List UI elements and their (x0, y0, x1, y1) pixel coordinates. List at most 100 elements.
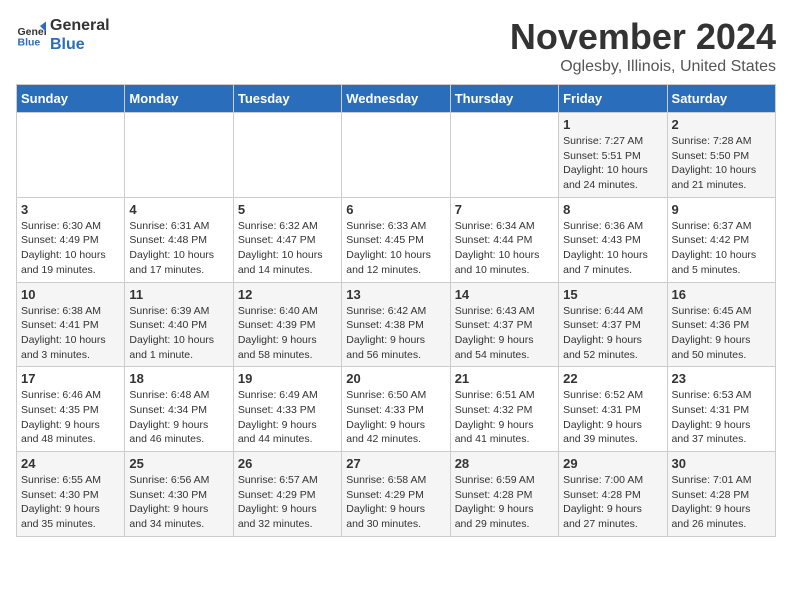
day-info: Sunrise: 6:44 AM Sunset: 4:37 PM Dayligh… (563, 304, 662, 363)
day-number: 21 (455, 371, 554, 386)
svg-text:Blue: Blue (18, 37, 41, 49)
month-title: November 2024 (510, 16, 776, 58)
day-cell: 16Sunrise: 6:45 AM Sunset: 4:36 PM Dayli… (667, 282, 775, 367)
logo-blue: Blue (50, 35, 110, 54)
day-info: Sunrise: 6:59 AM Sunset: 4:28 PM Dayligh… (455, 473, 554, 532)
day-cell: 18Sunrise: 6:48 AM Sunset: 4:34 PM Dayli… (125, 367, 233, 452)
day-info: Sunrise: 6:57 AM Sunset: 4:29 PM Dayligh… (238, 473, 337, 532)
day-number: 14 (455, 287, 554, 302)
week-row-5: 24 Sunrise: 6:55 AM Sunset: 4:30 PM Dayli… (17, 452, 776, 537)
header-row: SundayMondayTuesdayWednesdayThursdayFrid… (17, 85, 776, 113)
day-number: 4 (129, 202, 228, 217)
day-cell: 28 Sunrise: 6:59 AM Sunset: 4:28 PM Dayli… (450, 452, 558, 537)
day-number: 3 (21, 202, 120, 217)
day-info: Sunrise: 7:00 AM Sunset: 4:28 PM Dayligh… (563, 473, 662, 532)
day-cell: 8 Sunrise: 6:36 AM Sunset: 4:43 PM Daylig… (559, 197, 667, 282)
day-cell: 3 Sunrise: 6:30 AM Sunset: 4:49 PM Daylig… (17, 197, 125, 282)
day-number: 15 (563, 287, 662, 302)
day-number: 26 (238, 456, 337, 471)
day-number: 9 (672, 202, 771, 217)
day-cell: 10Sunrise: 6:38 AM Sunset: 4:41 PM Dayli… (17, 282, 125, 367)
day-info: Sunrise: 6:48 AM Sunset: 4:34 PM Dayligh… (129, 388, 228, 447)
day-info: Sunrise: 6:55 AM Sunset: 4:30 PM Dayligh… (21, 473, 120, 532)
day-info: Sunrise: 6:42 AM Sunset: 4:38 PM Dayligh… (346, 304, 445, 363)
header-day-friday: Friday (559, 85, 667, 113)
header-day-thursday: Thursday (450, 85, 558, 113)
day-cell (125, 113, 233, 198)
day-cell: 23 Sunrise: 6:53 AM Sunset: 4:31 PM Dayli… (667, 367, 775, 452)
day-cell: 19 Sunrise: 6:49 AM Sunset: 4:33 PM Dayli… (233, 367, 341, 452)
logo: General Blue General Blue (16, 16, 110, 54)
day-number: 7 (455, 202, 554, 217)
day-cell: 25Sunrise: 6:56 AM Sunset: 4:30 PM Dayli… (125, 452, 233, 537)
day-cell: 29Sunrise: 7:00 AM Sunset: 4:28 PM Dayli… (559, 452, 667, 537)
day-info: Sunrise: 6:31 AM Sunset: 4:48 PM Dayligh… (129, 219, 228, 278)
header-day-tuesday: Tuesday (233, 85, 341, 113)
week-row-2: 3 Sunrise: 6:30 AM Sunset: 4:49 PM Daylig… (17, 197, 776, 282)
day-number: 23 (672, 371, 771, 386)
logo-icon: General Blue (16, 20, 46, 50)
day-info: Sunrise: 6:30 AM Sunset: 4:49 PM Dayligh… (21, 219, 120, 278)
day-cell: 13 Sunrise: 6:42 AM Sunset: 4:38 PM Dayli… (342, 282, 450, 367)
day-cell: 30Sunrise: 7:01 AM Sunset: 4:28 PM Dayli… (667, 452, 775, 537)
day-cell: 6 Sunrise: 6:33 AM Sunset: 4:45 PM Daylig… (342, 197, 450, 282)
day-cell: 15 Sunrise: 6:44 AM Sunset: 4:37 PM Dayli… (559, 282, 667, 367)
day-number: 30 (672, 456, 771, 471)
day-cell: 12 Sunrise: 6:40 AM Sunset: 4:39 PM Dayli… (233, 282, 341, 367)
day-number: 11 (129, 287, 228, 302)
header: General Blue General Blue November 2024 … (16, 16, 776, 76)
day-cell: 5 Sunrise: 6:32 AM Sunset: 4:47 PM Daylig… (233, 197, 341, 282)
header-day-sunday: Sunday (17, 85, 125, 113)
day-info: Sunrise: 6:37 AM Sunset: 4:42 PM Dayligh… (672, 219, 771, 278)
day-number: 12 (238, 287, 337, 302)
day-info: Sunrise: 6:53 AM Sunset: 4:31 PM Dayligh… (672, 388, 771, 447)
day-cell: 11 Sunrise: 6:39 AM Sunset: 4:40 PM Dayli… (125, 282, 233, 367)
day-info: Sunrise: 6:51 AM Sunset: 4:32 PM Dayligh… (455, 388, 554, 447)
calendar-table: SundayMondayTuesdayWednesdayThursdayFrid… (16, 84, 776, 537)
day-info: Sunrise: 6:49 AM Sunset: 4:33 PM Dayligh… (238, 388, 337, 447)
day-info: Sunrise: 6:40 AM Sunset: 4:39 PM Dayligh… (238, 304, 337, 363)
day-number: 20 (346, 371, 445, 386)
day-cell: 17Sunrise: 6:46 AM Sunset: 4:35 PM Dayli… (17, 367, 125, 452)
day-info: Sunrise: 6:58 AM Sunset: 4:29 PM Dayligh… (346, 473, 445, 532)
day-number: 16 (672, 287, 771, 302)
day-cell: 9 Sunrise: 6:37 AM Sunset: 4:42 PM Daylig… (667, 197, 775, 282)
week-row-4: 17Sunrise: 6:46 AM Sunset: 4:35 PM Dayli… (17, 367, 776, 452)
day-info: Sunrise: 6:33 AM Sunset: 4:45 PM Dayligh… (346, 219, 445, 278)
day-number: 28 (455, 456, 554, 471)
day-cell: 1 Sunrise: 7:27 AM Sunset: 5:51 PM Daylig… (559, 113, 667, 198)
day-cell (17, 113, 125, 198)
day-cell (233, 113, 341, 198)
day-number: 24 (21, 456, 120, 471)
day-cell: 2Sunrise: 7:28 AM Sunset: 5:50 PM Daylig… (667, 113, 775, 198)
day-number: 22 (563, 371, 662, 386)
day-info: Sunrise: 6:34 AM Sunset: 4:44 PM Dayligh… (455, 219, 554, 278)
title-section: November 2024 Oglesby, Illinois, United … (510, 16, 776, 76)
day-cell: 22 Sunrise: 6:52 AM Sunset: 4:31 PM Dayli… (559, 367, 667, 452)
day-number: 13 (346, 287, 445, 302)
day-cell: 24 Sunrise: 6:55 AM Sunset: 4:30 PM Dayli… (17, 452, 125, 537)
day-cell (450, 113, 558, 198)
day-number: 27 (346, 456, 445, 471)
day-info: Sunrise: 6:50 AM Sunset: 4:33 PM Dayligh… (346, 388, 445, 447)
header-day-monday: Monday (125, 85, 233, 113)
day-info: Sunrise: 6:46 AM Sunset: 4:35 PM Dayligh… (21, 388, 120, 447)
day-number: 2 (672, 117, 771, 132)
day-number: 25 (129, 456, 228, 471)
day-info: Sunrise: 7:27 AM Sunset: 5:51 PM Dayligh… (563, 134, 662, 193)
day-number: 6 (346, 202, 445, 217)
day-number: 19 (238, 371, 337, 386)
day-cell: 21 Sunrise: 6:51 AM Sunset: 4:32 PM Dayli… (450, 367, 558, 452)
day-info: Sunrise: 6:32 AM Sunset: 4:47 PM Dayligh… (238, 219, 337, 278)
day-number: 8 (563, 202, 662, 217)
day-info: Sunrise: 6:38 AM Sunset: 4:41 PM Dayligh… (21, 304, 120, 363)
day-cell (342, 113, 450, 198)
day-cell: 20 Sunrise: 6:50 AM Sunset: 4:33 PM Dayli… (342, 367, 450, 452)
header-day-saturday: Saturday (667, 85, 775, 113)
logo-general: General (50, 16, 110, 35)
day-info: Sunrise: 6:52 AM Sunset: 4:31 PM Dayligh… (563, 388, 662, 447)
day-number: 1 (563, 117, 662, 132)
day-info: Sunrise: 6:39 AM Sunset: 4:40 PM Dayligh… (129, 304, 228, 363)
day-number: 5 (238, 202, 337, 217)
day-info: Sunrise: 6:36 AM Sunset: 4:43 PM Dayligh… (563, 219, 662, 278)
